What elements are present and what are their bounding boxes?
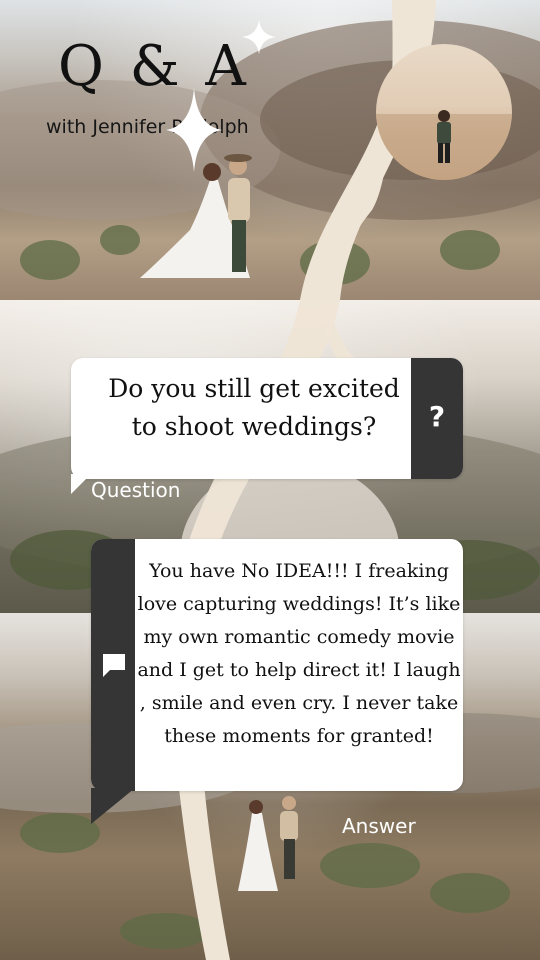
- walking-couple-figure: [230, 793, 320, 893]
- speech-bubble-icon: [103, 654, 125, 677]
- avatar: [376, 44, 512, 180]
- answer-text: You have No IDEA!!! I freaking love capt…: [137, 560, 461, 747]
- question-mark-icon: ?: [428, 400, 446, 433]
- sparkle-large-icon: [166, 88, 222, 172]
- question-label: Question: [91, 478, 181, 502]
- question-card-tail: [71, 474, 91, 494]
- question-text: Do you still get excited to shoot weddin…: [108, 374, 400, 441]
- answer-card: You have No IDEA!!! I freaking love capt…: [91, 539, 463, 791]
- answer-side-panel: [91, 539, 135, 791]
- answer-label: Answer: [342, 814, 416, 838]
- sparkle-icon: [242, 20, 276, 54]
- question-side-panel: ?: [411, 358, 463, 479]
- answer-card-tail: [91, 788, 135, 824]
- question-card: Do you still get excited to shoot weddin…: [71, 358, 463, 479]
